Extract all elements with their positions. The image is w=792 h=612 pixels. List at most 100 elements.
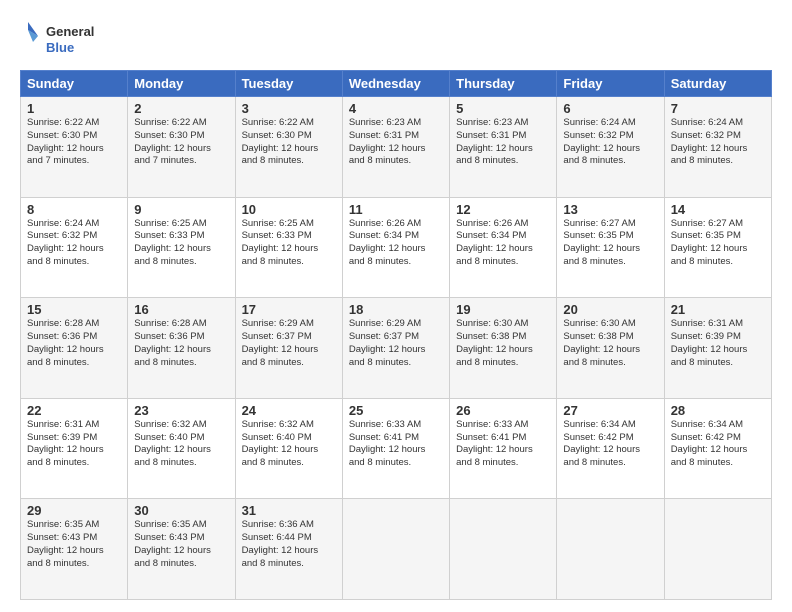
calendar-cell: 17Sunrise: 6:29 AMSunset: 6:37 PMDayligh…	[235, 298, 342, 399]
cell-info: Sunrise: 6:35 AMSunset: 6:43 PMDaylight:…	[27, 519, 104, 568]
cell-info: Sunrise: 6:32 AMSunset: 6:40 PMDaylight:…	[242, 419, 319, 468]
svg-text:Blue: Blue	[46, 40, 74, 55]
calendar-cell: 23Sunrise: 6:32 AMSunset: 6:40 PMDayligh…	[128, 398, 235, 499]
calendar-cell	[342, 499, 449, 600]
day-number: 13	[563, 202, 657, 217]
calendar-cell: 3Sunrise: 6:22 AMSunset: 6:30 PMDaylight…	[235, 97, 342, 198]
day-number: 2	[134, 101, 228, 116]
cell-info: Sunrise: 6:35 AMSunset: 6:43 PMDaylight:…	[134, 519, 211, 568]
calendar-cell: 6Sunrise: 6:24 AMSunset: 6:32 PMDaylight…	[557, 97, 664, 198]
header: General Blue	[20, 16, 772, 60]
calendar-cell: 30Sunrise: 6:35 AMSunset: 6:43 PMDayligh…	[128, 499, 235, 600]
cell-info: Sunrise: 6:28 AMSunset: 6:36 PMDaylight:…	[27, 318, 104, 367]
calendar-cell: 11Sunrise: 6:26 AMSunset: 6:34 PMDayligh…	[342, 197, 449, 298]
cell-info: Sunrise: 6:30 AMSunset: 6:38 PMDaylight:…	[563, 318, 640, 367]
cell-info: Sunrise: 6:33 AMSunset: 6:41 PMDaylight:…	[456, 419, 533, 468]
calendar-cell: 21Sunrise: 6:31 AMSunset: 6:39 PMDayligh…	[664, 298, 771, 399]
calendar-week-row: 8Sunrise: 6:24 AMSunset: 6:32 PMDaylight…	[21, 197, 772, 298]
cell-info: Sunrise: 6:27 AMSunset: 6:35 PMDaylight:…	[563, 218, 640, 267]
day-number: 18	[349, 302, 443, 317]
day-number: 5	[456, 101, 550, 116]
col-thursday: Thursday	[450, 71, 557, 97]
day-number: 10	[242, 202, 336, 217]
calendar-cell: 29Sunrise: 6:35 AMSunset: 6:43 PMDayligh…	[21, 499, 128, 600]
day-number: 25	[349, 403, 443, 418]
svg-text:General: General	[46, 24, 94, 39]
day-number: 9	[134, 202, 228, 217]
calendar-cell: 9Sunrise: 6:25 AMSunset: 6:33 PMDaylight…	[128, 197, 235, 298]
day-number: 15	[27, 302, 121, 317]
col-tuesday: Tuesday	[235, 71, 342, 97]
day-number: 20	[563, 302, 657, 317]
day-number: 7	[671, 101, 765, 116]
calendar-cell: 12Sunrise: 6:26 AMSunset: 6:34 PMDayligh…	[450, 197, 557, 298]
calendar-cell: 15Sunrise: 6:28 AMSunset: 6:36 PMDayligh…	[21, 298, 128, 399]
cell-info: Sunrise: 6:24 AMSunset: 6:32 PMDaylight:…	[671, 117, 748, 166]
cell-info: Sunrise: 6:29 AMSunset: 6:37 PMDaylight:…	[349, 318, 426, 367]
calendar-cell: 16Sunrise: 6:28 AMSunset: 6:36 PMDayligh…	[128, 298, 235, 399]
calendar-week-row: 1Sunrise: 6:22 AMSunset: 6:30 PMDaylight…	[21, 97, 772, 198]
cell-info: Sunrise: 6:31 AMSunset: 6:39 PMDaylight:…	[27, 419, 104, 468]
calendar-cell: 28Sunrise: 6:34 AMSunset: 6:42 PMDayligh…	[664, 398, 771, 499]
calendar-cell: 7Sunrise: 6:24 AMSunset: 6:32 PMDaylight…	[664, 97, 771, 198]
col-wednesday: Wednesday	[342, 71, 449, 97]
calendar-cell: 19Sunrise: 6:30 AMSunset: 6:38 PMDayligh…	[450, 298, 557, 399]
cell-info: Sunrise: 6:23 AMSunset: 6:31 PMDaylight:…	[349, 117, 426, 166]
cell-info: Sunrise: 6:30 AMSunset: 6:38 PMDaylight:…	[456, 318, 533, 367]
calendar-cell: 8Sunrise: 6:24 AMSunset: 6:32 PMDaylight…	[21, 197, 128, 298]
calendar-cell	[664, 499, 771, 600]
day-number: 29	[27, 503, 121, 518]
day-number: 26	[456, 403, 550, 418]
day-number: 11	[349, 202, 443, 217]
day-number: 28	[671, 403, 765, 418]
page: General Blue Sunday Monday Tuesday Wedne…	[0, 0, 792, 612]
calendar-cell: 2Sunrise: 6:22 AMSunset: 6:30 PMDaylight…	[128, 97, 235, 198]
cell-info: Sunrise: 6:27 AMSunset: 6:35 PMDaylight:…	[671, 218, 748, 267]
cell-info: Sunrise: 6:34 AMSunset: 6:42 PMDaylight:…	[671, 419, 748, 468]
day-number: 19	[456, 302, 550, 317]
day-number: 22	[27, 403, 121, 418]
calendar-week-row: 15Sunrise: 6:28 AMSunset: 6:36 PMDayligh…	[21, 298, 772, 399]
calendar-cell: 24Sunrise: 6:32 AMSunset: 6:40 PMDayligh…	[235, 398, 342, 499]
cell-info: Sunrise: 6:23 AMSunset: 6:31 PMDaylight:…	[456, 117, 533, 166]
calendar-cell: 18Sunrise: 6:29 AMSunset: 6:37 PMDayligh…	[342, 298, 449, 399]
calendar-cell: 14Sunrise: 6:27 AMSunset: 6:35 PMDayligh…	[664, 197, 771, 298]
calendar-header-row: Sunday Monday Tuesday Wednesday Thursday…	[21, 71, 772, 97]
cell-info: Sunrise: 6:33 AMSunset: 6:41 PMDaylight:…	[349, 419, 426, 468]
calendar-cell: 20Sunrise: 6:30 AMSunset: 6:38 PMDayligh…	[557, 298, 664, 399]
cell-info: Sunrise: 6:22 AMSunset: 6:30 PMDaylight:…	[27, 117, 104, 166]
day-number: 21	[671, 302, 765, 317]
calendar-cell	[557, 499, 664, 600]
cell-info: Sunrise: 6:32 AMSunset: 6:40 PMDaylight:…	[134, 419, 211, 468]
cell-info: Sunrise: 6:26 AMSunset: 6:34 PMDaylight:…	[456, 218, 533, 267]
day-number: 8	[27, 202, 121, 217]
day-number: 30	[134, 503, 228, 518]
cell-info: Sunrise: 6:24 AMSunset: 6:32 PMDaylight:…	[27, 218, 104, 267]
cell-info: Sunrise: 6:26 AMSunset: 6:34 PMDaylight:…	[349, 218, 426, 267]
cell-info: Sunrise: 6:36 AMSunset: 6:44 PMDaylight:…	[242, 519, 319, 568]
day-number: 3	[242, 101, 336, 116]
calendar-cell: 4Sunrise: 6:23 AMSunset: 6:31 PMDaylight…	[342, 97, 449, 198]
calendar-cell: 26Sunrise: 6:33 AMSunset: 6:41 PMDayligh…	[450, 398, 557, 499]
cell-info: Sunrise: 6:29 AMSunset: 6:37 PMDaylight:…	[242, 318, 319, 367]
calendar-cell: 22Sunrise: 6:31 AMSunset: 6:39 PMDayligh…	[21, 398, 128, 499]
day-number: 24	[242, 403, 336, 418]
day-number: 23	[134, 403, 228, 418]
calendar-week-row: 22Sunrise: 6:31 AMSunset: 6:39 PMDayligh…	[21, 398, 772, 499]
cell-info: Sunrise: 6:25 AMSunset: 6:33 PMDaylight:…	[242, 218, 319, 267]
logo: General Blue	[20, 16, 100, 60]
calendar-cell	[450, 499, 557, 600]
day-number: 6	[563, 101, 657, 116]
calendar-cell: 5Sunrise: 6:23 AMSunset: 6:31 PMDaylight…	[450, 97, 557, 198]
calendar-cell: 25Sunrise: 6:33 AMSunset: 6:41 PMDayligh…	[342, 398, 449, 499]
cell-info: Sunrise: 6:22 AMSunset: 6:30 PMDaylight:…	[242, 117, 319, 166]
day-number: 4	[349, 101, 443, 116]
day-number: 1	[27, 101, 121, 116]
col-saturday: Saturday	[664, 71, 771, 97]
day-number: 12	[456, 202, 550, 217]
day-number: 16	[134, 302, 228, 317]
day-number: 31	[242, 503, 336, 518]
cell-info: Sunrise: 6:25 AMSunset: 6:33 PMDaylight:…	[134, 218, 211, 267]
cell-info: Sunrise: 6:34 AMSunset: 6:42 PMDaylight:…	[563, 419, 640, 468]
day-number: 14	[671, 202, 765, 217]
